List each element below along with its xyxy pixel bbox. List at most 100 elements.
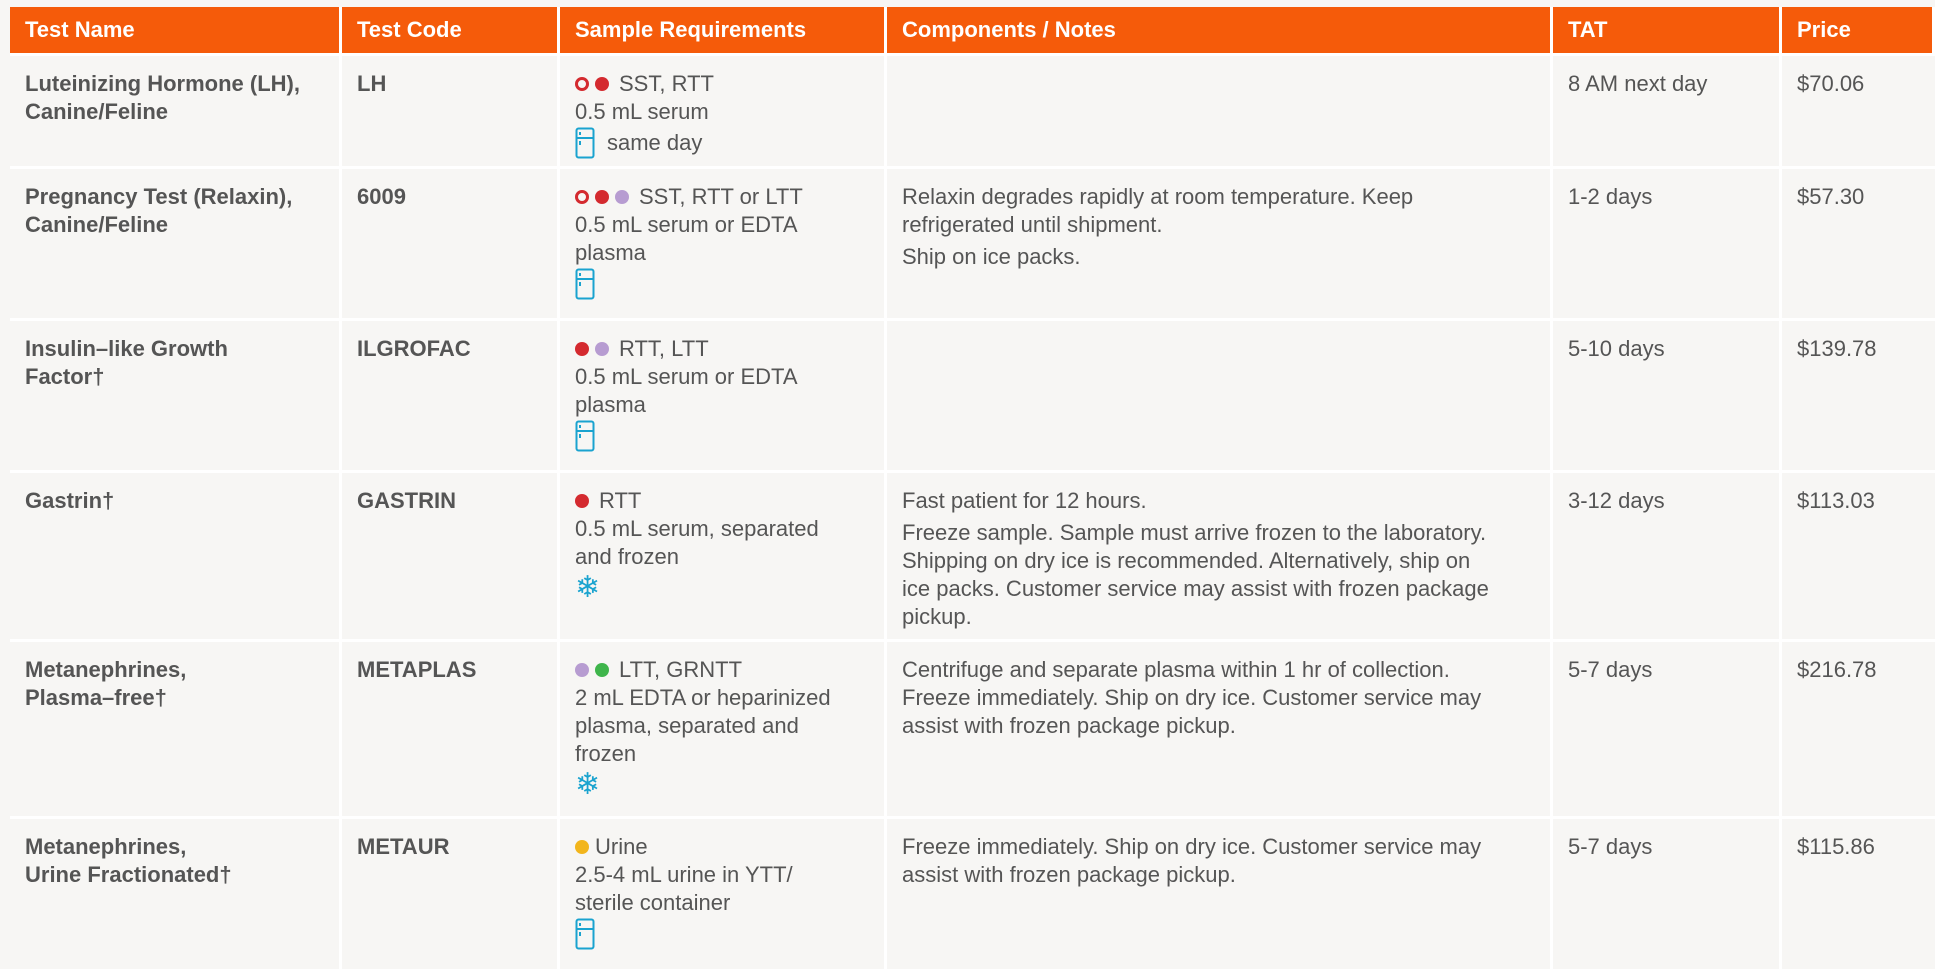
header-price: Price: [1782, 7, 1935, 53]
table-row: Insulin–like Growth Factor† ILGROFAC RTT…: [10, 321, 1935, 473]
price-value: $113.03: [1797, 488, 1875, 513]
note-paragraph: Freeze sample. Sample must arrive frozen…: [902, 519, 1535, 631]
sample-volume: plasma, separated and: [575, 713, 799, 738]
note-line: Freeze immediately. Ship on dry ice. Cus…: [902, 834, 1482, 859]
header-test-name: Test Name: [10, 7, 342, 53]
test-code: 6009: [342, 169, 560, 318]
test-table: Test Name Test Code Sample Requirements …: [10, 7, 1935, 969]
test-name: Luteinizing Hormone (LH), Canine/Feline: [10, 56, 342, 166]
storage-line: [575, 419, 869, 453]
sample-volume: 0.5 mL serum, separated: [575, 516, 819, 541]
test-name: Metanephrines, Plasma–free†: [10, 642, 342, 816]
note-line: Centrifuge and separate plasma within 1 …: [902, 657, 1450, 682]
rtt-tube-icon: [595, 77, 609, 91]
sst-tube-icon: [575, 190, 589, 204]
sample-volume: frozen: [575, 741, 637, 766]
test-name-line: Canine/Feline: [25, 212, 169, 237]
note-line: assist with frozen package pickup.: [902, 862, 1236, 887]
note-paragraph: Fast patient for 12 hours.: [902, 487, 1535, 515]
note-line: Shipping on dry ice is recommended. Alte…: [902, 548, 1471, 573]
test-name-line: Urine Fractionated†: [25, 862, 232, 887]
tube-types: SST, RTT: [619, 71, 714, 96]
sample-volume: 2.5-4 mL urine in YTT/: [575, 862, 793, 887]
note-paragraph: Ship on ice packs.: [902, 243, 1535, 271]
note-line: Ship on ice packs.: [902, 244, 1081, 269]
price-value: $70.06: [1797, 71, 1865, 96]
sample-requirements: RTT, LTT 0.5 mL serum or EDTA plasma: [560, 321, 887, 470]
test-code: GASTRIN: [342, 473, 560, 639]
sample-requirements: LTT, GRNTT 2 mL EDTA or heparinized plas…: [560, 642, 887, 816]
tat-value: 5-10 days: [1553, 321, 1782, 470]
table-row: Metanephrines, Urine Fractionated† METAU…: [10, 819, 1935, 969]
tube-line: SST, RTT or LTT: [575, 183, 869, 211]
storage-note: same day: [607, 130, 703, 155]
price-value: $57.30: [1797, 184, 1865, 209]
tube-line: LTT, GRNTT: [575, 656, 869, 684]
test-code: METAUR: [342, 819, 560, 969]
price-value: $216.78: [1797, 657, 1877, 682]
tube-types: RTT, LTT: [619, 336, 709, 361]
tube-types: RTT: [599, 488, 642, 513]
note-line: Freeze sample. Sample must arrive frozen…: [902, 520, 1487, 545]
rtt-tube-icon: [575, 494, 589, 508]
header-test-code: Test Code: [342, 7, 560, 53]
rtt-tube-icon: [575, 342, 589, 356]
test-name-line: Metanephrines,: [25, 657, 187, 682]
header-tat: TAT: [1553, 7, 1782, 53]
test-name-line: Canine/Feline: [25, 99, 169, 124]
note-paragraph: Centrifuge and separate plasma within 1 …: [902, 656, 1535, 740]
components-notes: Relaxin degrades rapidly at room tempera…: [887, 169, 1553, 318]
header-components-notes: Components / Notes: [887, 7, 1553, 53]
test-name-line: Luteinizing Hormone (LH),: [25, 71, 300, 96]
note-line: ice packs. Customer service may assist w…: [902, 576, 1489, 601]
tat-value: 5-7 days: [1553, 642, 1782, 816]
components-notes: Fast patient for 12 hours. Freeze sample…: [887, 473, 1553, 639]
tube-line: SST, RTT: [575, 70, 869, 98]
sample-volume: plasma: [575, 240, 646, 265]
ltt-tube-icon: [595, 342, 609, 356]
sample-requirements: Urine 2.5-4 mL urine in YTT/ sterile con…: [560, 819, 887, 969]
test-name: Insulin–like Growth Factor†: [10, 321, 342, 470]
sample-volume: sterile container: [575, 890, 731, 915]
sample-requirements: SST, RTT 0.5 mL serum same day: [560, 56, 887, 166]
sample-volume: plasma: [575, 392, 646, 417]
table-header: Test Name Test Code Sample Requirements …: [10, 7, 1935, 56]
note-paragraph: Relaxin degrades rapidly at room tempera…: [902, 183, 1535, 239]
sample-volume: 0.5 mL serum or EDTA: [575, 364, 798, 389]
note-line: Fast patient for 12 hours.: [902, 488, 1147, 513]
table-row: Pregnancy Test (Relaxin), Canine/Feline …: [10, 169, 1935, 321]
components-notes: Centrifuge and separate plasma within 1 …: [887, 642, 1553, 816]
grntt-tube-icon: [595, 663, 609, 677]
ltt-tube-icon: [615, 190, 629, 204]
table-row: Metanephrines, Plasma–free† METAPLAS LTT…: [10, 642, 1935, 819]
components-notes: [887, 56, 1553, 166]
sample-volume: and frozen: [575, 544, 679, 569]
test-name: Gastrin†: [10, 473, 342, 639]
note-line: refrigerated until shipment.: [902, 212, 1163, 237]
test-name-line: Metanephrines,: [25, 834, 187, 859]
snowflake-icon: ❄: [575, 768, 601, 801]
note-line: assist with frozen package pickup.: [902, 713, 1236, 738]
note-line: pickup.: [902, 604, 972, 629]
sample-volume: 0.5 mL serum: [575, 99, 709, 124]
ltt-tube-icon: [575, 663, 589, 677]
tat-value: 3-12 days: [1553, 473, 1782, 639]
table-row: Luteinizing Hormone (LH), Canine/Feline …: [10, 56, 1935, 169]
test-name-line: Insulin–like Growth: [25, 336, 228, 361]
sample-requirements: RTT 0.5 mL serum, separated and frozen ❄: [560, 473, 887, 639]
test-code: ILGROFAC: [342, 321, 560, 470]
components-notes: Freeze immediately. Ship on dry ice. Cus…: [887, 819, 1553, 969]
tube-line: Urine: [575, 833, 869, 861]
fridge-icon: [575, 420, 595, 452]
test-name-line: Factor†: [25, 364, 105, 389]
tube-line: RTT: [575, 487, 869, 515]
test-code: METAPLAS: [342, 642, 560, 816]
tat-value: 5-7 days: [1553, 819, 1782, 969]
sst-tube-icon: [575, 77, 589, 91]
tube-line: RTT, LTT: [575, 335, 869, 363]
table-row: Gastrin† GASTRIN RTT 0.5 mL serum, separ…: [10, 473, 1935, 642]
storage-line: ❄: [575, 571, 869, 605]
storage-line: ❄: [575, 768, 869, 802]
fridge-icon: [575, 127, 595, 159]
tat-value: 1-2 days: [1553, 169, 1782, 318]
